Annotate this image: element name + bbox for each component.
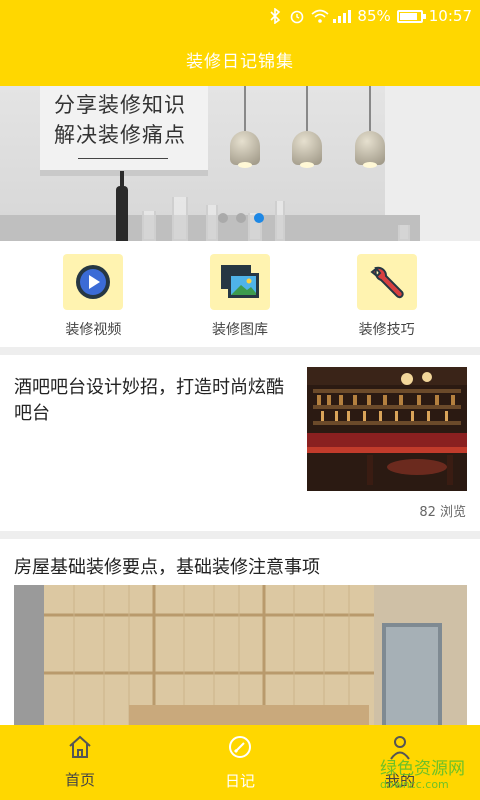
alarm-icon xyxy=(289,8,305,24)
section-divider xyxy=(0,347,480,355)
gallery-icon xyxy=(209,254,270,310)
clock: 10:57 xyxy=(428,7,472,25)
category-gallery[interactable]: 装修图库 xyxy=(185,241,295,347)
home-icon xyxy=(67,735,93,763)
article-card[interactable]: 酒吧吧台设计妙招，打造时尚炫酷吧台 82 浏览 xyxy=(0,355,480,531)
category-video[interactable]: 装修视频 xyxy=(38,241,148,347)
article-thumbnail xyxy=(307,367,467,491)
article-card[interactable]: 房屋基础装修要点，基础装修注意事项 xyxy=(0,539,480,729)
banner-line-2: 解决装修痛点 xyxy=(54,123,186,147)
status-bar: 85% 10:57 xyxy=(0,0,480,32)
bottle-neck-image xyxy=(120,171,124,241)
play-video-icon xyxy=(63,254,124,310)
carousel-dot[interactable] xyxy=(218,213,228,223)
banner-line-1: 分享装修知识 xyxy=(54,93,186,117)
diary-icon xyxy=(227,734,253,764)
nav-label: 首页 xyxy=(64,771,95,789)
signal-icon xyxy=(333,9,352,23)
category-label: 装修技巧 xyxy=(358,322,415,338)
pendant-lamp xyxy=(230,86,260,168)
nav-home[interactable]: 首页 xyxy=(0,725,160,800)
category-label: 装修视频 xyxy=(65,322,122,338)
view-count: 82 浏览 xyxy=(419,505,466,520)
carousel-indicator xyxy=(218,213,264,223)
watermark-text: 绿色资源网 xyxy=(380,759,465,779)
glass-image xyxy=(206,205,218,241)
banner-rule xyxy=(78,158,168,159)
glass-image xyxy=(398,225,410,241)
nav-diary[interactable]: 日记 xyxy=(160,725,320,800)
carousel-dot-active[interactable] xyxy=(254,213,264,223)
wifi-icon xyxy=(311,8,329,24)
carousel-dot[interactable] xyxy=(236,213,246,223)
app-header: 装修日记锦集 xyxy=(0,32,480,86)
pendant-lamp xyxy=(292,86,322,168)
battery-percent: 85% xyxy=(357,7,391,25)
glass-image xyxy=(142,211,156,241)
glass-image xyxy=(275,201,285,241)
page-title: 装修日记锦集 xyxy=(186,51,294,72)
section-divider xyxy=(0,531,480,539)
nav-label: 日记 xyxy=(224,772,255,790)
wrench-icon xyxy=(356,254,417,310)
glass-image xyxy=(172,197,188,241)
category-label: 装修图库 xyxy=(211,322,268,338)
watermark-url: downcc.com xyxy=(380,778,449,791)
article-title: 酒吧吧台设计妙招，打造时尚炫酷吧台 xyxy=(14,377,284,424)
article-photo xyxy=(14,585,467,729)
category-tips[interactable]: 装修技巧 xyxy=(332,241,442,347)
article-title: 房屋基础装修要点，基础装修注意事项 xyxy=(14,557,320,578)
category-grid: 装修视频 装修图库 装修技巧 xyxy=(0,241,480,347)
pendant-lamp xyxy=(355,86,385,168)
bluetooth-icon xyxy=(267,7,283,25)
battery-icon xyxy=(396,9,426,23)
banner-card: 分享装修知识 解决装修痛点 xyxy=(40,86,208,176)
